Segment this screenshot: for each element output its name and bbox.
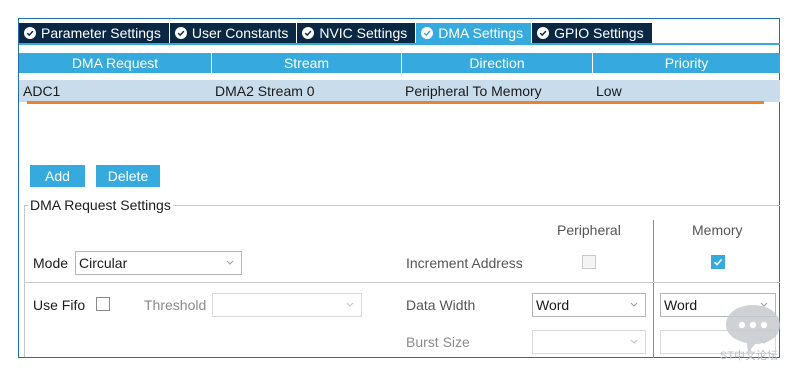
cell-dma-request: ADC1 [23,83,61,99]
cell-priority[interactable]: Low [593,80,780,102]
increment-address-label: Increment Address [406,255,523,271]
use-fifo-checkbox[interactable] [96,297,110,311]
column-divider [653,220,654,358]
burst-size-peripheral-select[interactable] [532,330,646,354]
checkmark-icon [713,258,723,266]
mode-select-value: Circular [79,255,128,271]
selected-row-underline [27,101,764,104]
row-divider-left [24,282,402,283]
watermark-text: ST中文论坛 [720,350,779,362]
tab-parameter-settings[interactable]: Parameter Settings [19,23,170,43]
tab-label: User Constants [191,25,289,41]
peripheral-column-label: Peripheral [557,222,621,238]
tab-nvic-settings[interactable]: NVIC Settings [297,23,417,43]
chevron-down-icon [630,302,638,307]
add-button[interactable]: Add [30,165,85,187]
mode-label: Mode [33,255,69,271]
mode-select[interactable]: Circular [75,251,242,275]
column-header-priority[interactable]: Priority [593,53,780,73]
group-title: DMA Request Settings [28,197,173,213]
row-divider-right [401,282,780,283]
tab-user-constants[interactable]: User Constants [170,23,298,43]
data-width-peripheral-select[interactable]: Word [532,293,646,317]
increment-peripheral-checkbox[interactable] [582,255,596,269]
check-circle-icon [537,27,550,39]
tab-dma-settings[interactable]: DMA Settings [416,23,533,43]
delete-button[interactable]: Delete [96,165,160,187]
tab-label: DMA Settings [438,25,524,41]
use-fifo-label: Use Fifo [33,297,86,313]
tab-bar: Parameter Settings User Constants NVIC S… [19,23,652,43]
memory-column-label: Memory [692,222,743,238]
tab-label: NVIC Settings [319,25,408,41]
chevron-down-icon [226,260,234,265]
cell-stream: DMA2 Stream 0 [215,83,315,99]
data-width-peripheral-value: Word [536,297,570,313]
chevron-down-icon [346,302,354,307]
chevron-down-icon [630,339,638,344]
increment-memory-checkbox[interactable] [711,255,725,269]
column-header-dma-request[interactable]: DMA Request [19,53,212,73]
data-width-label: Data Width [406,297,476,313]
check-circle-icon [24,27,36,39]
tab-underline [19,43,780,45]
column-header-direction[interactable]: Direction [402,53,593,73]
threshold-select[interactable] [212,293,362,317]
dma-table-header: DMA Request Stream Direction Priority [19,53,780,73]
cell-direction: Peripheral To Memory [405,83,542,99]
burst-size-label: Burst Size [406,334,470,350]
data-width-memory-value: Word [664,297,698,313]
check-circle-icon [174,27,187,39]
tab-gpio-settings[interactable]: GPIO Settings [532,23,651,43]
tab-label: GPIO Settings [554,25,644,41]
tab-label: Parameter Settings [41,25,161,41]
check-circle-icon [421,27,434,39]
check-circle-icon [302,27,315,39]
threshold-label: Threshold [144,297,207,313]
table-row[interactable]: ADC1 DMA2 Stream 0 Peripheral To Memory … [19,80,780,102]
column-header-stream[interactable]: Stream [212,53,402,73]
